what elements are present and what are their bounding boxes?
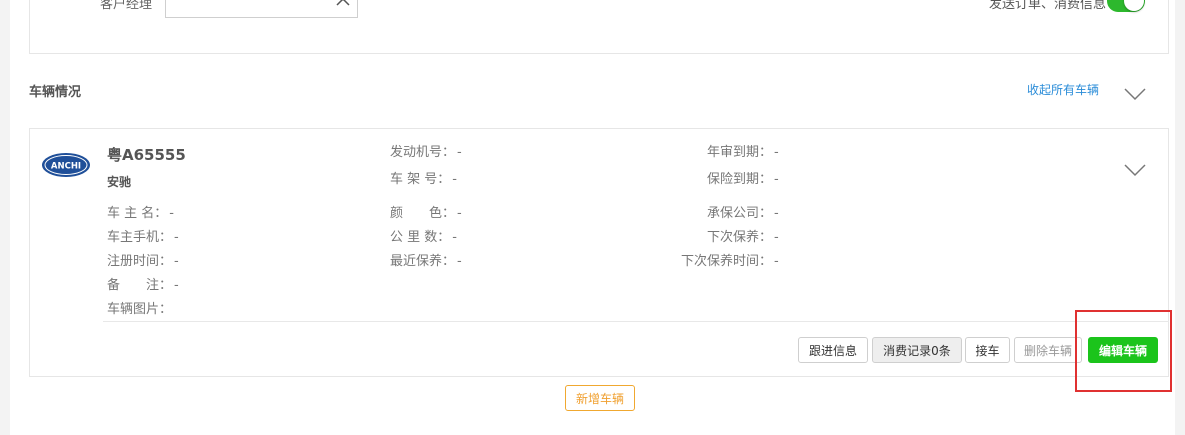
field-label: 备 注：: [107, 278, 173, 293]
pickup-button[interactable]: 接车: [965, 337, 1010, 363]
field-value: -: [774, 254, 779, 269]
field-label: 下次保养：: [707, 230, 773, 245]
field-label: 注册时间：: [107, 254, 173, 269]
field-insurer: 承保公司： -: [707, 206, 779, 222]
field-value: -: [457, 254, 462, 269]
field-label: 公 里 数：: [390, 230, 451, 245]
field-photos: 车辆图片：: [107, 302, 174, 318]
logo-text: ANCHI: [51, 162, 81, 172]
chevron-down-icon[interactable]: [1123, 86, 1147, 102]
field-value: -: [174, 254, 179, 269]
notify-label: 发送订单、消费信息: [988, 0, 1106, 12]
field-color: 颜 色： -: [390, 206, 462, 222]
chevron-down-icon[interactable]: [1123, 162, 1147, 178]
field-value: -: [452, 230, 457, 245]
divider: [103, 321, 1169, 322]
anchi-logo: ANCHI: [42, 153, 90, 177]
collapse-all-link[interactable]: 收起所有车辆: [1027, 81, 1099, 98]
field-value: -: [457, 206, 462, 221]
field-label: 车主手机：: [107, 230, 173, 245]
field-value: -: [457, 145, 462, 160]
field-label: 保险到期：: [707, 172, 773, 187]
field-label: 下次保养时间：: [681, 254, 773, 269]
field-value: -: [774, 230, 779, 245]
field-frame-no: 车 架 号： -: [390, 172, 457, 188]
consumption-records-button[interactable]: 消费记录0条: [872, 337, 962, 363]
add-vehicle-button[interactable]: 新增车辆: [565, 385, 635, 411]
field-value: -: [774, 145, 779, 160]
plate-number: 粤A65555: [107, 146, 186, 164]
field-label: 车 主 名：: [107, 206, 168, 221]
vehicle-brand: 安驰: [107, 175, 132, 189]
toggle-knob: [1124, 0, 1144, 11]
field-last-maint: 最近保养： -: [390, 254, 462, 270]
field-value: -: [774, 172, 779, 187]
field-next-maint-time: 下次保养时间： -: [681, 254, 779, 270]
field-inspection: 年审到期： -: [707, 145, 779, 161]
field-value: -: [452, 172, 457, 187]
field-label: 发动机号：: [390, 145, 456, 160]
field-next-maint: 下次保养： -: [707, 230, 779, 246]
vehicle-card: ANCHI 粤A65555 安驰 发动机号： - 车 架 号： - 年审到期： - 保…: [29, 128, 1169, 377]
field-label: 颜 色：: [390, 206, 456, 221]
field-label: 承保公司：: [707, 206, 773, 221]
field-label: 年审到期：: [707, 145, 773, 160]
manager-label: 客户经理: [100, 0, 153, 12]
field-owner-phone: 车主手机： -: [107, 230, 179, 246]
field-value: -: [174, 230, 179, 245]
manager-select[interactable]: [165, 0, 358, 18]
field-label: 车辆图片：: [107, 302, 173, 317]
field-value: -: [169, 206, 174, 221]
chevron-up-icon: [336, 0, 350, 6]
field-label: 车 架 号：: [390, 172, 451, 187]
field-insurance: 保险到期： -: [707, 172, 779, 188]
field-label: 最近保养：: [390, 254, 456, 269]
field-value: -: [774, 206, 779, 221]
page: 客户经理 发送订单、消费信息 车辆情况 收起所有车辆 ANCHI 粤A65555…: [10, 0, 1175, 435]
section-title: 车辆情况: [29, 85, 82, 100]
customer-panel: 客户经理 发送订单、消费信息: [29, 0, 1169, 54]
field-value: -: [174, 278, 179, 293]
field-owner: 车 主 名： -: [107, 206, 174, 222]
field-remark: 备 注： -: [107, 278, 179, 294]
delete-vehicle-button[interactable]: 删除车辆: [1014, 337, 1082, 363]
field-mileage: 公 里 数： -: [390, 230, 457, 246]
notify-toggle[interactable]: [1107, 0, 1145, 12]
field-engine-no: 发动机号： -: [390, 145, 462, 161]
follow-up-button[interactable]: 跟进信息: [798, 337, 868, 363]
field-reg-time: 注册时间： -: [107, 254, 179, 270]
highlight-box: [1075, 310, 1172, 392]
